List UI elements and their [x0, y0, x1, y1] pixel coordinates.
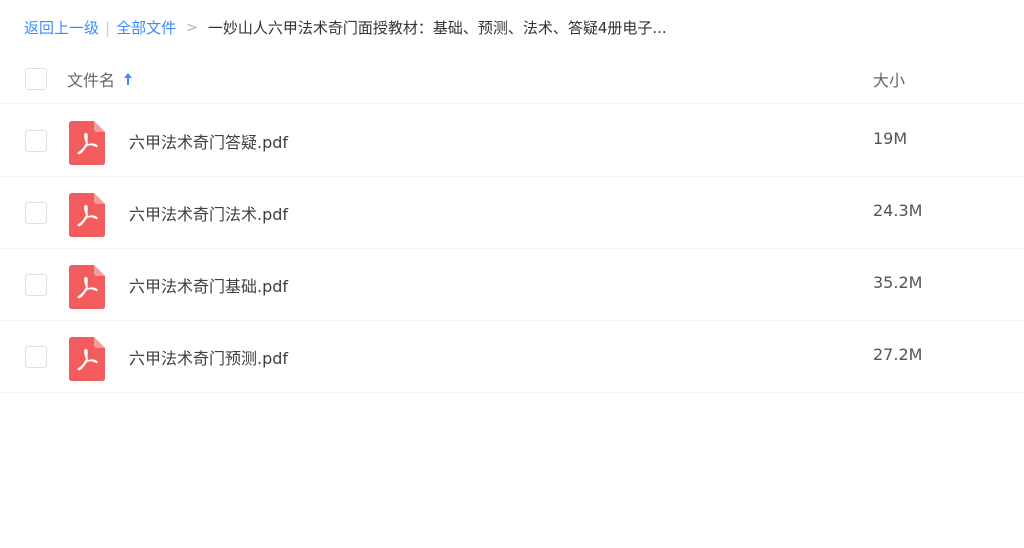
file-row[interactable]: 六甲法术奇门基础.pdf 35.2M [0, 249, 1024, 321]
file-row[interactable]: 六甲法术奇门预测.pdf 27.2M [0, 321, 1024, 393]
chevron-right-icon: > [186, 20, 198, 36]
file-size: 19M [873, 129, 908, 148]
row-checkbox[interactable] [25, 346, 47, 368]
file-row[interactable]: 六甲法术奇门答疑.pdf 19M [0, 105, 1024, 177]
arrow-up-icon [124, 73, 133, 85]
row-checkbox[interactable] [25, 130, 47, 152]
breadcrumb-divider: | [105, 19, 111, 37]
row-checkbox[interactable] [25, 274, 47, 296]
file-name[interactable]: 六甲法术奇门法术.pdf [129, 201, 288, 225]
file-row[interactable]: 六甲法术奇门法术.pdf 24.3M [0, 177, 1024, 249]
file-list-header: 文件名 大小 [0, 56, 1024, 104]
breadcrumb: 返回上一级 | 全部文件 > 一妙山人六甲法术奇门面授教材：基础、预测、法术、答… [24, 17, 667, 39]
all-files-link[interactable]: 全部文件 [116, 17, 176, 39]
name-column-label: 文件名 [67, 71, 116, 90]
pdf-icon [69, 121, 105, 165]
row-checkbox[interactable] [25, 202, 47, 224]
size-column-label[interactable]: 大小 [873, 67, 905, 91]
select-all-checkbox[interactable] [25, 68, 47, 90]
file-name[interactable]: 六甲法术奇门基础.pdf [129, 273, 288, 297]
file-size: 27.2M [873, 345, 923, 364]
sort-by-name-button[interactable]: 文件名 [67, 67, 133, 91]
file-size: 24.3M [873, 201, 923, 220]
pdf-icon [69, 193, 105, 237]
file-size: 35.2M [873, 273, 923, 292]
pdf-icon [69, 265, 105, 309]
pdf-icon [69, 337, 105, 381]
file-name[interactable]: 六甲法术奇门预测.pdf [129, 345, 288, 369]
back-link[interactable]: 返回上一级 [24, 17, 99, 39]
current-folder-title: 一妙山人六甲法术奇门面授教材：基础、预测、法术、答疑4册电子... [207, 19, 667, 37]
file-name[interactable]: 六甲法术奇门答疑.pdf [129, 129, 288, 153]
